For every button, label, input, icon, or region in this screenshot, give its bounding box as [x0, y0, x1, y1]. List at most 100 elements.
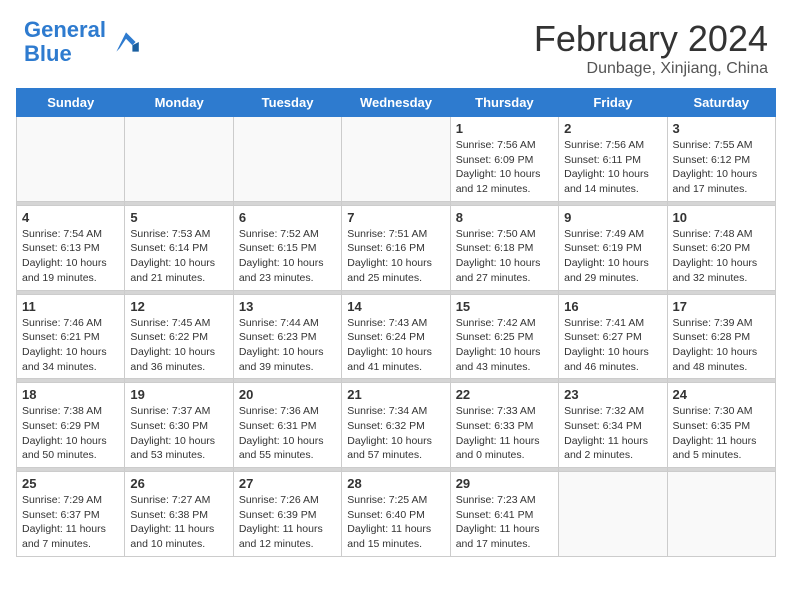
- calendar-day-cell: [342, 117, 450, 202]
- day-number: 13: [239, 299, 336, 314]
- day-info: Sunrise: 7:39 AM Sunset: 6:28 PM Dayligh…: [673, 316, 770, 375]
- day-info: Sunrise: 7:29 AM Sunset: 6:37 PM Dayligh…: [22, 493, 119, 552]
- day-number: 19: [130, 387, 227, 402]
- calendar-day-cell: 9 Sunrise: 7:49 AM Sunset: 6:19 PM Daylig…: [559, 205, 667, 290]
- logo-text-general: General: [24, 17, 106, 42]
- day-number: 3: [673, 121, 770, 136]
- calendar-day-cell: 3 Sunrise: 7:55 AM Sunset: 6:12 PM Daylig…: [667, 117, 775, 202]
- day-info: Sunrise: 7:42 AM Sunset: 6:25 PM Dayligh…: [456, 316, 553, 375]
- day-number: 24: [673, 387, 770, 402]
- calendar-day-cell: [667, 472, 775, 557]
- calendar-day-cell: 15 Sunrise: 7:42 AM Sunset: 6:25 PM Dayli…: [450, 294, 558, 379]
- day-info: Sunrise: 7:27 AM Sunset: 6:38 PM Dayligh…: [130, 493, 227, 552]
- calendar-week-row: 25 Sunrise: 7:29 AM Sunset: 6:37 PM Dayli…: [17, 472, 776, 557]
- day-info: Sunrise: 7:41 AM Sunset: 6:27 PM Dayligh…: [564, 316, 661, 375]
- day-info: Sunrise: 7:36 AM Sunset: 6:31 PM Dayligh…: [239, 404, 336, 463]
- calendar-day-header: Tuesday: [233, 89, 341, 117]
- day-number: 18: [22, 387, 119, 402]
- day-number: 21: [347, 387, 444, 402]
- day-info: Sunrise: 7:25 AM Sunset: 6:40 PM Dayligh…: [347, 493, 444, 552]
- calendar-day-cell: [233, 117, 341, 202]
- day-number: 9: [564, 210, 661, 225]
- day-number: 27: [239, 476, 336, 491]
- day-info: Sunrise: 7:53 AM Sunset: 6:14 PM Dayligh…: [130, 227, 227, 286]
- day-number: 2: [564, 121, 661, 136]
- calendar-day-cell: 24Sunrise: 7:30 AM Sunset: 6:35 PM Dayli…: [667, 383, 775, 468]
- calendar-day-cell: 11 Sunrise: 7:46 AM Sunset: 6:21 PM Dayli…: [17, 294, 125, 379]
- day-info: Sunrise: 7:34 AM Sunset: 6:32 PM Dayligh…: [347, 404, 444, 463]
- day-info: Sunrise: 7:45 AM Sunset: 6:22 PM Dayligh…: [130, 316, 227, 375]
- calendar-day-cell: 28 Sunrise: 7:25 AM Sunset: 6:40 PM Dayli…: [342, 472, 450, 557]
- calendar-day-header: Monday: [125, 89, 233, 117]
- day-number: 23: [564, 387, 661, 402]
- day-info: Sunrise: 7:37 AM Sunset: 6:30 PM Dayligh…: [130, 404, 227, 463]
- day-info: Sunrise: 7:46 AM Sunset: 6:21 PM Dayligh…: [22, 316, 119, 375]
- calendar-day-cell: 17Sunrise: 7:39 AM Sunset: 6:28 PM Dayli…: [667, 294, 775, 379]
- calendar-day-cell: 2 Sunrise: 7:56 AM Sunset: 6:11 PM Daylig…: [559, 117, 667, 202]
- calendar-day-cell: [125, 117, 233, 202]
- day-info: Sunrise: 7:54 AM Sunset: 6:13 PM Dayligh…: [22, 227, 119, 286]
- day-number: 11: [22, 299, 119, 314]
- day-number: 29: [456, 476, 553, 491]
- calendar-week-row: 1Sunrise: 7:56 AM Sunset: 6:09 PM Daylig…: [17, 117, 776, 202]
- day-number: 5: [130, 210, 227, 225]
- calendar-day-cell: 21 Sunrise: 7:34 AM Sunset: 6:32 PM Dayli…: [342, 383, 450, 468]
- calendar-day-cell: 19 Sunrise: 7:37 AM Sunset: 6:30 PM Dayli…: [125, 383, 233, 468]
- calendar-day-cell: 20 Sunrise: 7:36 AM Sunset: 6:31 PM Dayli…: [233, 383, 341, 468]
- calendar-day-cell: [17, 117, 125, 202]
- day-number: 14: [347, 299, 444, 314]
- calendar-week-row: 4 Sunrise: 7:54 AM Sunset: 6:13 PM Daylig…: [17, 205, 776, 290]
- day-info: Sunrise: 7:56 AM Sunset: 6:11 PM Dayligh…: [564, 138, 661, 197]
- calendar-day-cell: 5 Sunrise: 7:53 AM Sunset: 6:14 PM Daylig…: [125, 205, 233, 290]
- day-number: 26: [130, 476, 227, 491]
- calendar-day-cell: 12 Sunrise: 7:45 AM Sunset: 6:22 PM Dayli…: [125, 294, 233, 379]
- calendar-day-cell: 23 Sunrise: 7:32 AM Sunset: 6:34 PM Dayli…: [559, 383, 667, 468]
- calendar-day-cell: 8Sunrise: 7:50 AM Sunset: 6:18 PM Daylig…: [450, 205, 558, 290]
- day-number: 12: [130, 299, 227, 314]
- day-info: Sunrise: 7:38 AM Sunset: 6:29 PM Dayligh…: [22, 404, 119, 463]
- calendar-day-cell: 27 Sunrise: 7:26 AM Sunset: 6:39 PM Dayli…: [233, 472, 341, 557]
- day-number: 15: [456, 299, 553, 314]
- calendar-day-cell: 4 Sunrise: 7:54 AM Sunset: 6:13 PM Daylig…: [17, 205, 125, 290]
- calendar-day-cell: 16 Sunrise: 7:41 AM Sunset: 6:27 PM Dayli…: [559, 294, 667, 379]
- calendar-day-cell: [559, 472, 667, 557]
- calendar-week-row: 11 Sunrise: 7:46 AM Sunset: 6:21 PM Dayli…: [17, 294, 776, 379]
- day-info: Sunrise: 7:48 AM Sunset: 6:20 PM Dayligh…: [673, 227, 770, 286]
- calendar-week-row: 18 Sunrise: 7:38 AM Sunset: 6:29 PM Dayli…: [17, 383, 776, 468]
- header: General Blue February 2024 Dunbage, Xinj…: [0, 0, 792, 88]
- logo: General Blue: [24, 18, 142, 66]
- day-number: 4: [22, 210, 119, 225]
- calendar-day-cell: 18 Sunrise: 7:38 AM Sunset: 6:29 PM Dayli…: [17, 383, 125, 468]
- day-number: 6: [239, 210, 336, 225]
- logo-text-blue: Blue: [24, 41, 72, 66]
- calendar-day-cell: 26 Sunrise: 7:27 AM Sunset: 6:38 PM Dayli…: [125, 472, 233, 557]
- day-number: 25: [22, 476, 119, 491]
- day-info: Sunrise: 7:56 AM Sunset: 6:09 PM Dayligh…: [456, 138, 553, 197]
- calendar-day-cell: 13 Sunrise: 7:44 AM Sunset: 6:23 PM Dayli…: [233, 294, 341, 379]
- day-number: 16: [564, 299, 661, 314]
- day-number: 20: [239, 387, 336, 402]
- day-info: Sunrise: 7:33 AM Sunset: 6:33 PM Dayligh…: [456, 404, 553, 463]
- day-info: Sunrise: 7:44 AM Sunset: 6:23 PM Dayligh…: [239, 316, 336, 375]
- day-info: Sunrise: 7:51 AM Sunset: 6:16 PM Dayligh…: [347, 227, 444, 286]
- day-info: Sunrise: 7:26 AM Sunset: 6:39 PM Dayligh…: [239, 493, 336, 552]
- day-number: 28: [347, 476, 444, 491]
- logo-icon: [110, 26, 142, 58]
- calendar-day-header: Thursday: [450, 89, 558, 117]
- calendar-day-cell: 10Sunrise: 7:48 AM Sunset: 6:20 PM Dayli…: [667, 205, 775, 290]
- calendar-day-cell: 6Sunrise: 7:52 AM Sunset: 6:15 PM Daylig…: [233, 205, 341, 290]
- day-info: Sunrise: 7:49 AM Sunset: 6:19 PM Dayligh…: [564, 227, 661, 286]
- calendar-day-header: Friday: [559, 89, 667, 117]
- day-info: Sunrise: 7:32 AM Sunset: 6:34 PM Dayligh…: [564, 404, 661, 463]
- title-section: February 2024 Dunbage, Xinjiang, China: [534, 18, 768, 78]
- location: Dunbage, Xinjiang, China: [534, 60, 768, 78]
- calendar-day-header: Sunday: [17, 89, 125, 117]
- calendar-header-row: SundayMondayTuesdayWednesdayThursdayFrid…: [17, 89, 776, 117]
- calendar-day-cell: 25 Sunrise: 7:29 AM Sunset: 6:37 PM Dayli…: [17, 472, 125, 557]
- calendar-day-header: Saturday: [667, 89, 775, 117]
- day-info: Sunrise: 7:55 AM Sunset: 6:12 PM Dayligh…: [673, 138, 770, 197]
- calendar-day-header: Wednesday: [342, 89, 450, 117]
- calendar-day-cell: 1Sunrise: 7:56 AM Sunset: 6:09 PM Daylig…: [450, 117, 558, 202]
- calendar-table: SundayMondayTuesdayWednesdayThursdayFrid…: [16, 88, 776, 557]
- day-number: 7: [347, 210, 444, 225]
